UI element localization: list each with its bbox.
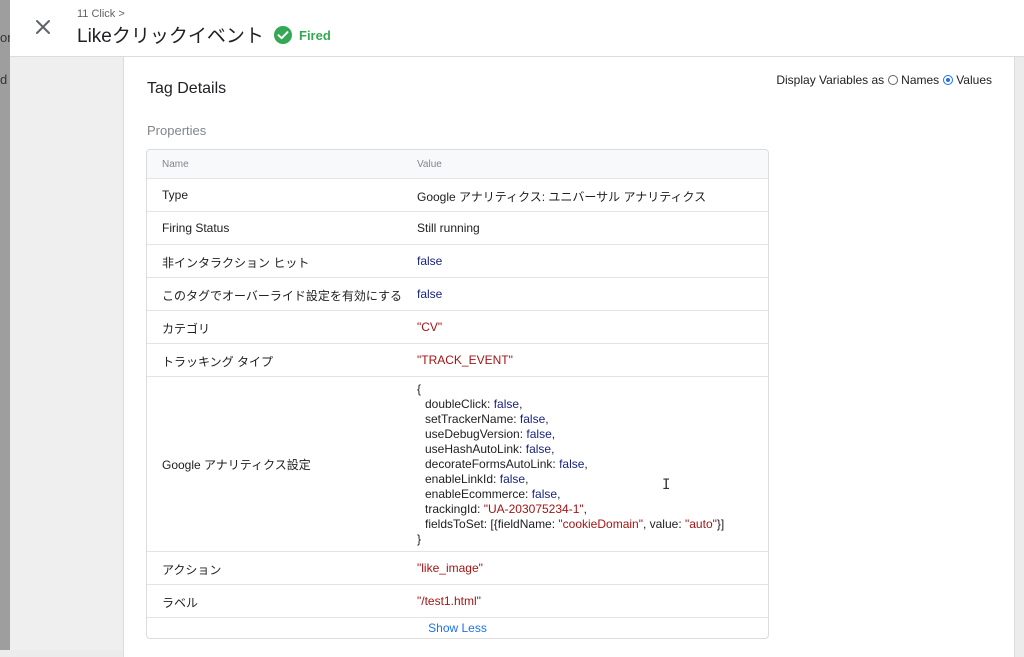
- code-line: useHashAutoLink: false,: [425, 442, 555, 456]
- property-value-object: { doubleClick: false, setTrackerName: fa…: [417, 382, 724, 547]
- property-value: false: [417, 287, 443, 301]
- display-variables-label: Display Variables as: [776, 73, 885, 87]
- property-name: Type: [162, 188, 189, 202]
- code-close-brace: }: [417, 532, 422, 546]
- status-label: Fired: [299, 27, 331, 43]
- status-badge: Fired: [273, 25, 331, 45]
- code-line: doubleClick: false,: [425, 397, 523, 411]
- section-title: Tag Details: [147, 80, 227, 97]
- code-line: useDebugVersion: false,: [425, 427, 556, 441]
- property-name: Firing Status: [162, 221, 230, 235]
- property-value: Google アナリティクス: ユニバーサル アナリティクス: [417, 190, 707, 204]
- properties-table: Name Value Type Google アナリティクス: ユニバーサル ア…: [146, 149, 769, 639]
- column-header-name: Name: [162, 159, 189, 170]
- property-name: アクション: [162, 563, 222, 577]
- property-name: カテゴリ: [162, 322, 211, 336]
- background-text: d: [0, 72, 8, 87]
- code-line: enableEcommerce: false,: [425, 487, 561, 501]
- tag-detail-header: 11 Click > Likeクリックイベント Fired: [10, 0, 1024, 57]
- code-line: trackingId: "UA-203075234-1",: [425, 502, 587, 516]
- tag-details-card: Tag Details Display Variables as Names V…: [123, 57, 1015, 657]
- names-radio-label[interactable]: Names: [901, 73, 939, 87]
- page-title: Likeクリックイベント: [77, 26, 264, 47]
- table-row: カテゴリ "CV": [147, 311, 768, 344]
- names-radio[interactable]: [888, 75, 899, 85]
- check-circle-icon: [274, 26, 292, 44]
- property-name: トラッキング タイプ: [162, 355, 273, 369]
- property-value: "/test1.html": [417, 594, 481, 608]
- text-cursor-icon: I: [662, 477, 671, 493]
- code-line: fieldsToSet: [{fieldName: "cookieDomain"…: [425, 517, 725, 531]
- breadcrumb[interactable]: 11 Click >: [77, 8, 125, 20]
- properties-heading: Properties: [147, 123, 207, 138]
- property-name: このタグでオーバーライド設定を有効にする: [162, 289, 403, 303]
- property-name: 非インタラクション ヒット: [162, 256, 310, 270]
- property-value: Still running: [417, 221, 480, 235]
- code-line: enableLinkId: false,: [425, 472, 529, 486]
- table-row: トラッキング タイプ "TRACK_EVENT": [147, 344, 768, 377]
- table-row: 非インタラクション ヒット false: [147, 245, 768, 278]
- background-app-strip: [0, 0, 10, 650]
- left-panel: [10, 57, 123, 650]
- close-button[interactable]: [30, 14, 56, 40]
- table-row: このタグでオーバーライド設定を有効にする false: [147, 278, 768, 311]
- property-name: Google アナリティクス設定: [162, 458, 311, 472]
- values-radio[interactable]: [943, 75, 954, 85]
- code-line: decorateFormsAutoLink: false,: [425, 457, 588, 471]
- table-row: Google アナリティクス設定 { doubleClick: false, s…: [147, 377, 768, 552]
- property-name: ラベル: [162, 596, 199, 610]
- code-open-brace: {: [417, 382, 422, 396]
- table-row: Type Google アナリティクス: ユニバーサル アナリティクス: [147, 179, 768, 212]
- close-icon: [36, 20, 50, 34]
- property-value: "TRACK_EVENT": [417, 353, 513, 367]
- property-value: false: [417, 254, 443, 268]
- property-value: "CV": [417, 320, 443, 334]
- show-less-link[interactable]: Show Less: [147, 621, 768, 635]
- table-header-row: Name Value: [147, 150, 768, 179]
- code-line: setTrackerName: false,: [425, 412, 549, 426]
- table-row: Firing Status Still running: [147, 212, 768, 245]
- values-radio-label[interactable]: Values: [956, 73, 992, 87]
- table-row: ラベル "/test1.html": [147, 585, 768, 618]
- table-row: アクション "like_image": [147, 552, 768, 585]
- column-header-value: Value: [417, 159, 442, 170]
- property-value: "like_image": [417, 561, 483, 575]
- display-variables-toggle: Display Variables as Names Values: [776, 73, 992, 87]
